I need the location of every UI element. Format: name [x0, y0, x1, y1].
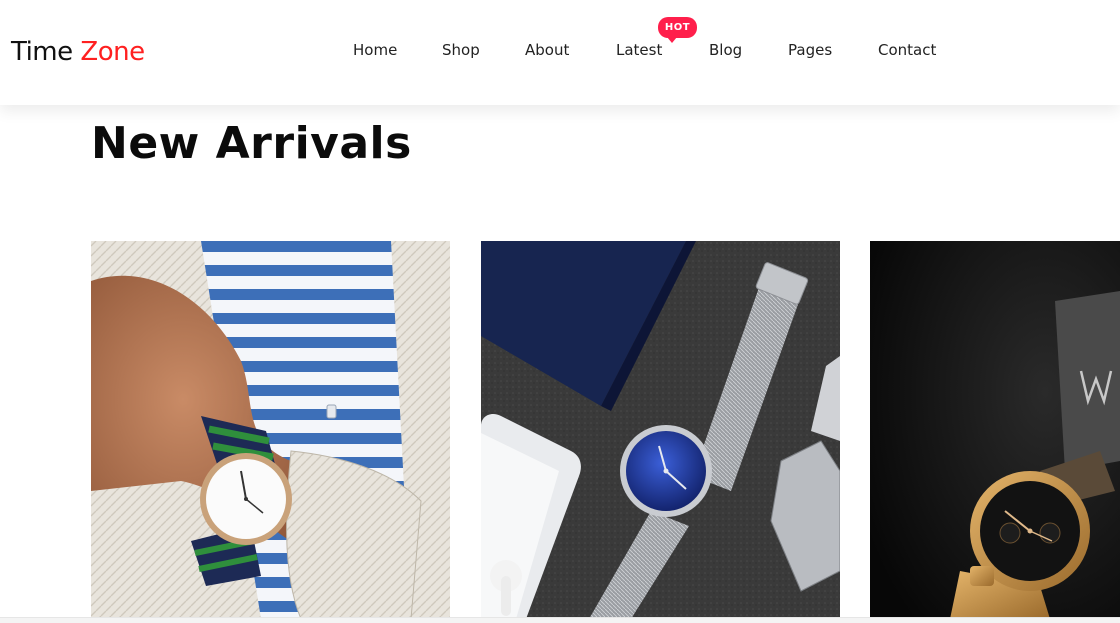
nav-item-contact[interactable]: Contact: [878, 40, 936, 60]
product-image-blue-watch: [481, 241, 840, 619]
product-card[interactable]: [870, 241, 1120, 619]
product-card[interactable]: [481, 241, 840, 619]
main-nav: Home Shop About Latest Blog Pages Contac…: [0, 0, 1120, 105]
site-header: Time Zone Home Shop About Latest Blog Pa…: [0, 0, 1120, 105]
product-image-wrist-watch: [91, 241, 450, 619]
horizontal-scrollbar[interactable]: [0, 617, 1120, 623]
product-image-gold-watch: [870, 241, 1120, 619]
nav-item-shop[interactable]: Shop: [442, 40, 480, 60]
hot-badge: HOT: [658, 17, 697, 43]
section-title: New Arrivals: [91, 118, 412, 169]
nav-item-blog[interactable]: Blog: [709, 40, 742, 60]
nav-item-home[interactable]: Home: [353, 40, 397, 60]
product-card[interactable]: [91, 241, 450, 619]
nav-item-latest[interactable]: Latest: [616, 40, 662, 60]
nav-item-about[interactable]: About: [525, 40, 569, 60]
nav-item-pages[interactable]: Pages: [788, 40, 832, 60]
